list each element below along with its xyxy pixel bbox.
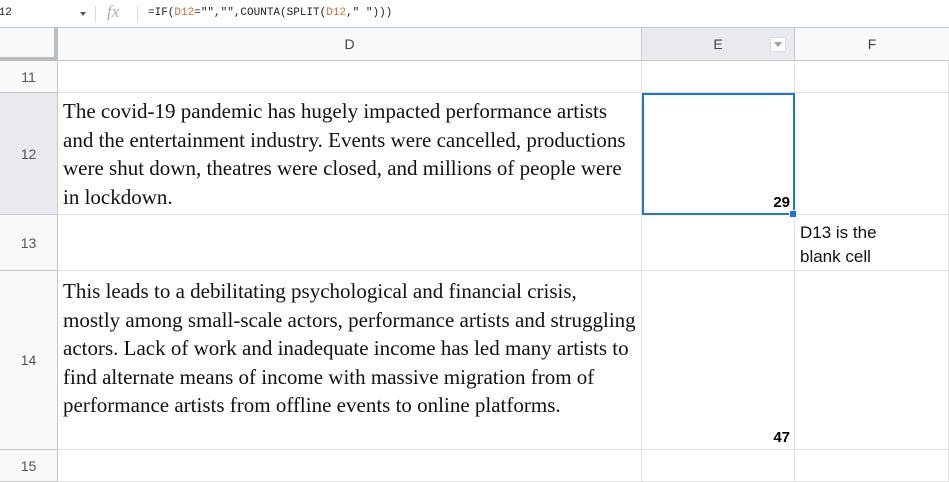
row-header-15[interactable]: 15 [0,450,58,482]
formula-text: ="","",COUNTA(SPLIT( [194,7,327,19]
cell-e13[interactable] [642,215,795,271]
fill-handle[interactable] [789,210,797,218]
cell-e11[interactable] [642,61,795,93]
chevron-down-icon [774,42,782,47]
cell-f13[interactable]: D13 is the blank cell [795,215,949,271]
formula-cell-ref: D12 [174,7,195,19]
cell-text: The covid-19 pandemic has hugely impacte… [63,99,626,209]
row-header-11[interactable]: 11 [0,61,58,93]
cell-d15[interactable] [58,450,642,482]
fx-icon: fx [107,2,120,21]
name-box[interactable]: E12 [0,0,12,27]
row-header-12[interactable]: 12 [0,93,58,215]
cell-d14[interactable]: This leads to a debilitating psychologic… [58,271,642,450]
formula-cell-ref: D12 [326,7,347,19]
cell-f12[interactable] [795,93,949,215]
cell-d12[interactable]: The covid-19 pandemic has hugely impacte… [58,93,642,215]
column-header-f[interactable]: F [795,28,949,61]
divider [95,6,96,22]
cell-d11[interactable] [58,61,642,93]
cell-e15[interactable] [642,450,795,482]
cell-e14[interactable]: 47 [642,271,795,450]
cell-text: D13 is the blank cell [800,223,877,266]
formula-text: ," "))) [346,7,393,19]
name-box-dropdown-icon[interactable] [80,12,86,16]
cell-e12[interactable]: 29 [642,93,795,215]
formula-bar: E12 fx =IF(D12="","",COUNTA(SPLIT(D12," … [0,0,949,28]
divider [137,6,138,22]
row-header-14[interactable]: 14 [0,271,58,450]
cell-text: This leads to a debilitating psychologic… [63,279,636,417]
formula-input[interactable]: =IF(D12="","",COUNTA(SPLIT(D12," "))) [148,0,392,27]
cell-d13[interactable] [58,215,642,271]
column-header-label: E [713,36,723,52]
cell-f15[interactable] [795,450,949,482]
cell-f14[interactable] [795,271,949,450]
formula-text: =IF( [148,7,175,19]
filter-dropdown-button[interactable] [770,37,786,52]
column-header-e[interactable]: E [642,28,795,61]
select-all-corner[interactable] [0,28,58,61]
cell-value: 29 [773,194,790,211]
column-header-d[interactable]: D [58,28,642,61]
cell-value: 47 [773,429,790,446]
cell-f11[interactable] [795,61,949,93]
row-header-13[interactable]: 13 [0,215,58,271]
